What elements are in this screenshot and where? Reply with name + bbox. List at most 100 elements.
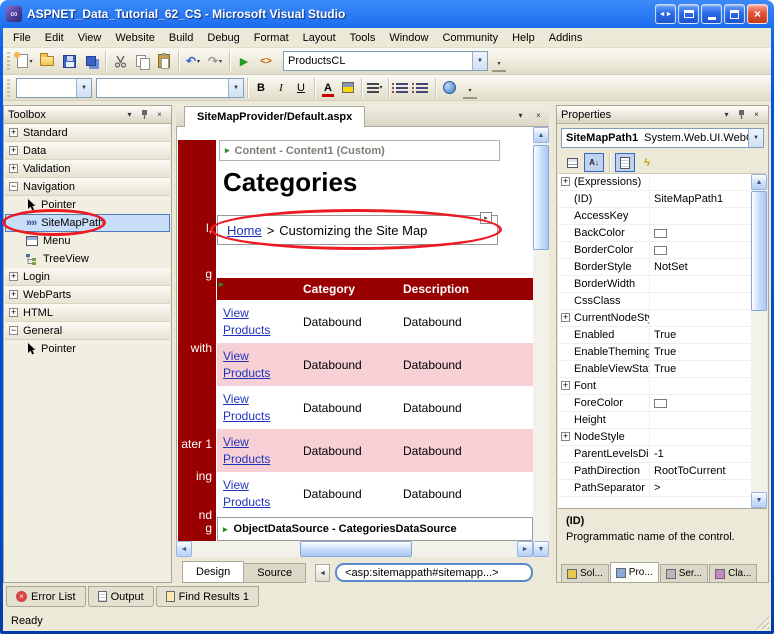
scroll-up-button[interactable]: ▲ — [533, 127, 549, 143]
sitemappath-smart-tag-button[interactable]: ▸ — [480, 212, 492, 224]
property-row[interactable]: PathSeparator> — [558, 480, 751, 497]
active-files-dropdown-button[interactable]: ▾ — [513, 108, 528, 123]
save-button[interactable] — [58, 50, 80, 72]
maximize-button[interactable] — [724, 4, 745, 24]
toolbox-section-navigation[interactable]: −Navigation — [5, 178, 170, 196]
toolbox-item-menu[interactable]: Menu — [5, 232, 170, 250]
objectdatasource-control[interactable]: ▸ ObjectDataSource - CategoriesDataSourc… — [217, 517, 533, 541]
close-button[interactable]: × — [747, 4, 768, 24]
tab-output[interactable]: Output — [88, 586, 154, 607]
property-row[interactable]: AccessKey — [558, 208, 751, 225]
tab-source[interactable]: Source — [243, 563, 306, 583]
smart-tag-icon[interactable]: ▸ — [225, 146, 230, 155]
cut-button[interactable] — [109, 50, 131, 72]
font-color-button[interactable]: A — [318, 78, 338, 98]
titlebar-extra-arrows-button[interactable]: ◄► — [655, 4, 676, 24]
expander-icon[interactable]: + — [9, 164, 18, 173]
view-products-link[interactable]: View Products — [223, 305, 281, 339]
redo-button[interactable]: ↷▾ — [204, 50, 226, 72]
toolbox-item-pointer[interactable]: Pointer — [5, 196, 170, 214]
menu-item-tools[interactable]: Tools — [343, 29, 383, 47]
property-grid-scrollbar[interactable]: ▲ ▼ — [751, 174, 767, 508]
expander-icon[interactable]: − — [9, 182, 18, 191]
menu-item-window[interactable]: Window — [382, 29, 435, 47]
expander-icon[interactable]: + — [561, 313, 570, 322]
toolbox-section-standard[interactable]: +Standard — [5, 124, 170, 142]
hyperlink-button[interactable] — [439, 78, 459, 98]
horizontal-scroll-thumb[interactable] — [300, 541, 412, 557]
view-products-link[interactable]: View Products — [223, 391, 281, 425]
design-surface[interactable]: l, g with ater 1 ing nd g ▸ Content - Co… — [176, 127, 533, 541]
properties-header[interactable]: Properties ▾ × — [557, 106, 768, 124]
toolbar-overflow-button[interactable]: ▾ — [492, 50, 506, 72]
paste-button[interactable] — [153, 50, 175, 72]
pin-button[interactable] — [734, 108, 749, 122]
new-item-button[interactable]: ▾ — [14, 50, 36, 72]
property-row[interactable]: Height — [558, 412, 751, 429]
toolbox-section-html[interactable]: +HTML — [5, 304, 170, 322]
menu-item-addins[interactable]: Addins — [542, 29, 590, 47]
tab-design[interactable]: Design — [182, 561, 244, 583]
sitemappath-breadcrumb[interactable]: Home > Customizing the Site Map — [217, 215, 498, 245]
expander-icon[interactable]: − — [9, 326, 18, 335]
start-debug-button[interactable]: ▶ — [233, 50, 255, 72]
property-row[interactable]: +(Expressions) — [558, 174, 751, 191]
horizontal-scrollbar[interactable]: ◄ ► — [176, 541, 533, 557]
menu-item-build[interactable]: Build — [162, 29, 200, 47]
property-row[interactable]: +CurrentNodeStyle — [558, 310, 751, 327]
ordered-list-button[interactable] — [392, 78, 412, 98]
content-region-header[interactable]: ▸ Content - Content1 (Custom) — [219, 140, 500, 161]
smart-tag-icon[interactable]: ▸ — [223, 525, 228, 534]
vertical-scrollbar[interactable]: ▲ ▼ — [533, 127, 549, 557]
vertical-scroll-thumb[interactable] — [533, 145, 549, 250]
property-row[interactable]: PathDirectionRootToCurrent — [558, 463, 751, 480]
align-button[interactable]: ▾ — [365, 78, 385, 98]
events-button[interactable]: ϟ — [637, 153, 657, 172]
toolbar-grip[interactable] — [7, 52, 10, 70]
scroll-down-button[interactable]: ▼ — [533, 541, 549, 557]
toolbox-item-sitemappath[interactable]: »» SiteMapPath — [5, 214, 170, 232]
categorized-button[interactable] — [562, 153, 582, 172]
menu-item-debug[interactable]: Debug — [200, 29, 246, 47]
property-row[interactable]: (ID)SiteMapPath1 — [558, 191, 751, 208]
toolbox-section-login[interactable]: +Login — [5, 268, 170, 286]
alphabetical-sort-button[interactable]: A↓ — [584, 153, 604, 172]
scroll-up-button[interactable]: ▲ — [751, 174, 767, 190]
toolbox-header[interactable]: Toolbox ▾ × — [4, 106, 171, 124]
toolbox-item-treeview[interactable]: TreeView — [5, 250, 170, 268]
combo-dropdown-button[interactable]: ▼ — [76, 79, 91, 97]
tag-navigator-back-button[interactable]: ◄ — [315, 564, 330, 582]
expander-icon[interactable]: + — [9, 272, 18, 281]
expander-icon[interactable]: + — [561, 381, 570, 390]
tab-server-explorer[interactable]: Ser... — [660, 564, 708, 583]
view-products-link[interactable]: View Products — [223, 348, 281, 382]
property-row[interactable]: EnableViewStateTrue — [558, 361, 751, 378]
property-row[interactable]: EnabledTrue — [558, 327, 751, 344]
property-row[interactable]: ForeColor — [558, 395, 751, 412]
tab-class-view[interactable]: Cla... — [709, 564, 757, 583]
combo-dropdown-button[interactable]: ▼ — [472, 52, 487, 70]
toolbar-combobox[interactable]: ProductsCL ▼ — [283, 51, 488, 71]
window-menu-button[interactable]: ▾ — [122, 108, 137, 122]
property-row[interactable]: BorderStyleNotSet — [558, 259, 751, 276]
expander-icon[interactable]: + — [561, 432, 570, 441]
property-row[interactable]: BorderColor — [558, 242, 751, 259]
property-row[interactable]: ParentLevelsDispl-1 — [558, 446, 751, 463]
document-tab[interactable]: SiteMapProvider/Default.aspx — [184, 106, 365, 127]
scroll-thumb[interactable] — [751, 191, 767, 311]
toolbox-section-general[interactable]: −General — [5, 322, 170, 340]
underline-button[interactable]: U — [291, 78, 311, 98]
menu-item-edit[interactable]: Edit — [38, 29, 71, 47]
menu-item-community[interactable]: Community — [435, 29, 505, 47]
expander-icon[interactable]: + — [9, 146, 18, 155]
menu-item-format[interactable]: Format — [247, 29, 296, 47]
titlebar-dock-button[interactable] — [678, 4, 699, 24]
resize-grip[interactable] — [756, 616, 769, 629]
minimize-button[interactable] — [701, 4, 722, 24]
block-format-combobox[interactable]: ▼ — [16, 78, 92, 98]
menu-item-website[interactable]: Website — [108, 29, 162, 47]
window-menu-button[interactable]: ▾ — [719, 108, 734, 122]
breadcrumb-home-link[interactable]: Home — [227, 223, 262, 238]
italic-button[interactable]: I — [271, 78, 291, 98]
open-file-button[interactable] — [36, 50, 58, 72]
